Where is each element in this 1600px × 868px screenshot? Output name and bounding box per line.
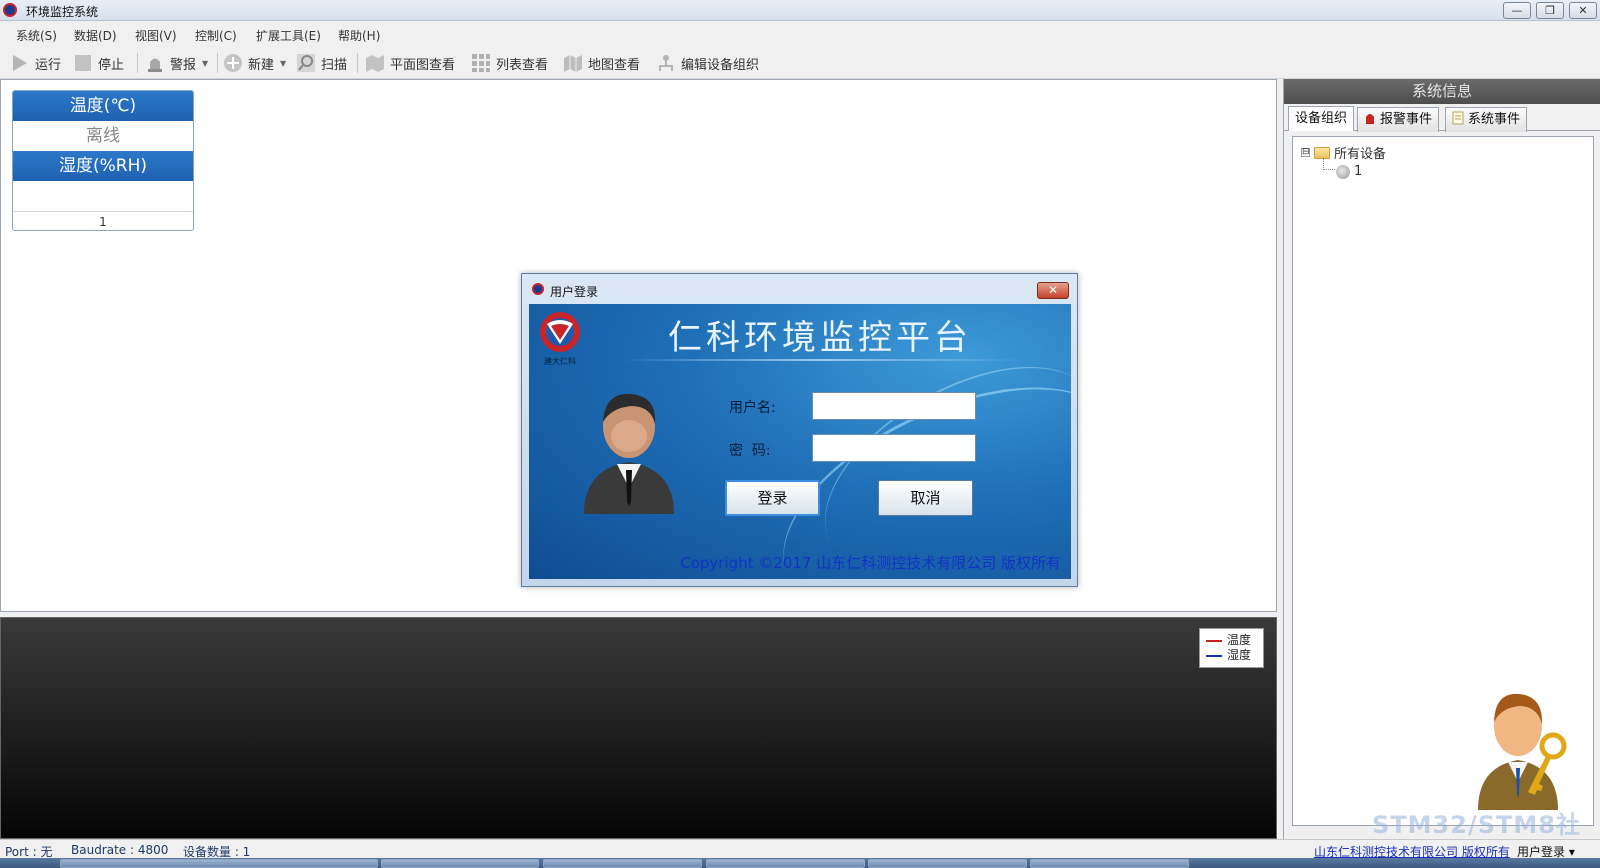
login-panel: 建大仁科 仁科环境监控平台 用户名: 密 码: 登录 取消 Copyright … (529, 304, 1071, 579)
legend-swatch (1206, 639, 1222, 642)
baudrate-status: Baudrate : 4800 (71, 843, 169, 857)
device-id: 1 (13, 211, 193, 230)
device-tree: ⊟ 所有设备 1 (1292, 136, 1594, 826)
status-bar: Port : 无 Baudrate : 4800 设备数量 : 1 山东仁科测控… (0, 839, 1600, 859)
new-button[interactable]: 新建 ▼ (223, 52, 286, 74)
platform-title: 仁科环境监控平台 (668, 318, 972, 358)
humidity-value (13, 181, 193, 211)
alarm-icon (1366, 114, 1374, 124)
scan-button[interactable]: 扫描 (296, 52, 347, 74)
menu-extension-tools[interactable]: 扩展工具(E) (256, 27, 321, 44)
collapse-expander-icon[interactable]: ⊟ (1301, 148, 1310, 157)
cancel-button[interactable]: 取消 (878, 480, 973, 516)
list-view-button[interactable]: 列表查看 (471, 52, 548, 74)
menu-view[interactable]: 视图(V) (135, 27, 177, 44)
menu-control[interactable]: 控制(C) (195, 27, 237, 44)
taskbar-button[interactable] (868, 859, 1027, 868)
info-tabs: 设备组织 报警事件 系统事件 (1284, 104, 1600, 132)
toolbar-separator (217, 53, 218, 73)
close-window-button[interactable]: ✕ (1569, 2, 1597, 19)
menu-help[interactable]: 帮助(H) (338, 27, 380, 44)
toolbar-separator (357, 53, 358, 73)
legend-item-humidity: 湿度 (1206, 648, 1257, 663)
device-status-icon (1336, 164, 1350, 179)
scan-label: 扫描 (321, 57, 348, 73)
run-label: 运行 (35, 57, 62, 73)
menu-data[interactable]: 数据(D) (74, 27, 117, 44)
org-chart-icon (659, 55, 673, 71)
new-dropdown-icon[interactable]: ▼ (280, 59, 286, 68)
map-label: 地图查看 (588, 57, 641, 73)
system-info-panel: 系统信息 设备组织 报警事件 系统事件 ⊟ 所有设备 1 STM32/STM8社… (1283, 79, 1600, 868)
user-avatar-icon (584, 393, 674, 514)
tree-node-all-devices[interactable]: ⊟ 所有设备 (1301, 143, 1386, 162)
restore-button[interactable]: ❐ (1536, 2, 1564, 19)
taskbar-button[interactable] (1030, 859, 1189, 868)
edit-device-group-button[interactable]: 编辑设备组织 (656, 52, 759, 74)
menu-system[interactable]: 系统(S) (16, 27, 57, 44)
tab-device-organization[interactable]: 设备组织 (1288, 106, 1355, 131)
list-label: 列表查看 (496, 57, 549, 73)
title-divider (622, 359, 1022, 361)
grid-icon (472, 54, 490, 72)
floorplan-icon (366, 55, 384, 72)
alarm-label: 警报 (170, 57, 197, 73)
copyright-text: Copyright ©2017 山东仁科测控技术有限公司 版权所有 (680, 554, 1061, 572)
minimize-button[interactable]: — (1503, 2, 1531, 19)
alarm-icon (148, 58, 162, 72)
alarm-button[interactable]: 警报 ▼ (145, 52, 208, 74)
taskbar-button[interactable] (381, 859, 539, 868)
floorplan-label: 平面图查看 (390, 57, 456, 73)
login-dialog-title: 用户登录 (550, 285, 599, 299)
play-icon (13, 55, 27, 71)
stop-icon (75, 55, 91, 71)
login-dialog: 用户登录 ✕ 建大仁科 仁科环境监控平台 用户名: 密 码: 登录 取消 Cop (521, 273, 1078, 587)
app-logo-icon (3, 3, 17, 17)
close-dialog-button[interactable]: ✕ (1037, 282, 1069, 299)
legend-swatch (1206, 654, 1222, 657)
taskbar-button[interactable] (543, 859, 702, 868)
map-view-button[interactable]: 地图查看 (563, 52, 640, 74)
edit-group-label: 编辑设备组织 (681, 57, 760, 73)
taskbar (0, 858, 1600, 868)
toolbar-separator (137, 53, 138, 73)
tree-node-device[interactable]: 1 (1336, 164, 1362, 179)
password-label: 密 码: (729, 443, 771, 459)
temperature-value: 离线 (86, 126, 120, 146)
taskbar-button[interactable] (706, 859, 865, 868)
device-card[interactable]: 温度(℃) 离线 湿度(%RH) 1 (12, 90, 194, 231)
chart-panel: 温度 湿度 (0, 617, 1277, 839)
humidity-label: 湿度(%RH) (13, 151, 193, 181)
floorplan-view-button[interactable]: 平面图查看 (365, 52, 455, 74)
login-button[interactable]: 登录 (725, 480, 820, 516)
toolbar: 运行 停止 警报 ▼ 新建 ▼ 扫描 平面图查看 列表查看 地图查看 编辑设备组… (0, 47, 1600, 79)
new-label: 新建 (248, 57, 275, 73)
run-button[interactable]: 运行 (10, 52, 61, 74)
user-key-icon (1478, 693, 1567, 810)
tab-system-events[interactable]: 系统事件 (1445, 107, 1528, 132)
app-logo-icon (532, 283, 544, 295)
system-info-header: 系统信息 (1284, 79, 1600, 104)
stop-label: 停止 (98, 57, 125, 73)
stop-button[interactable]: 停止 (73, 52, 124, 74)
taskbar-button[interactable] (60, 859, 378, 868)
tab-alarm-events[interactable]: 报警事件 (1357, 107, 1440, 132)
window-title-bar: 环境监控系统 — ❐ ✕ (0, 0, 1600, 21)
tree-connector (1323, 157, 1335, 170)
menu-bar: 系统(S) 数据(D) 视图(V) 控制(C) 扩展工具(E) 帮助(H) (0, 22, 1600, 46)
document-icon (1452, 111, 1464, 125)
alarm-dropdown-icon[interactable]: ▼ (202, 59, 208, 68)
legend-item-temperature: 温度 (1206, 633, 1257, 648)
username-input[interactable] (812, 392, 976, 420)
password-input[interactable] (812, 434, 976, 462)
username-label: 用户名: (729, 400, 776, 416)
add-circle-icon (224, 54, 242, 72)
magnifier-icon (297, 54, 315, 72)
window-title: 环境监控系统 (26, 5, 99, 19)
login-dialog-title-bar[interactable]: 用户登录 ✕ (522, 274, 1077, 304)
temperature-label: 温度(℃) (13, 91, 193, 121)
chart-legend: 温度 湿度 (1199, 628, 1264, 668)
map-icon (564, 55, 582, 72)
